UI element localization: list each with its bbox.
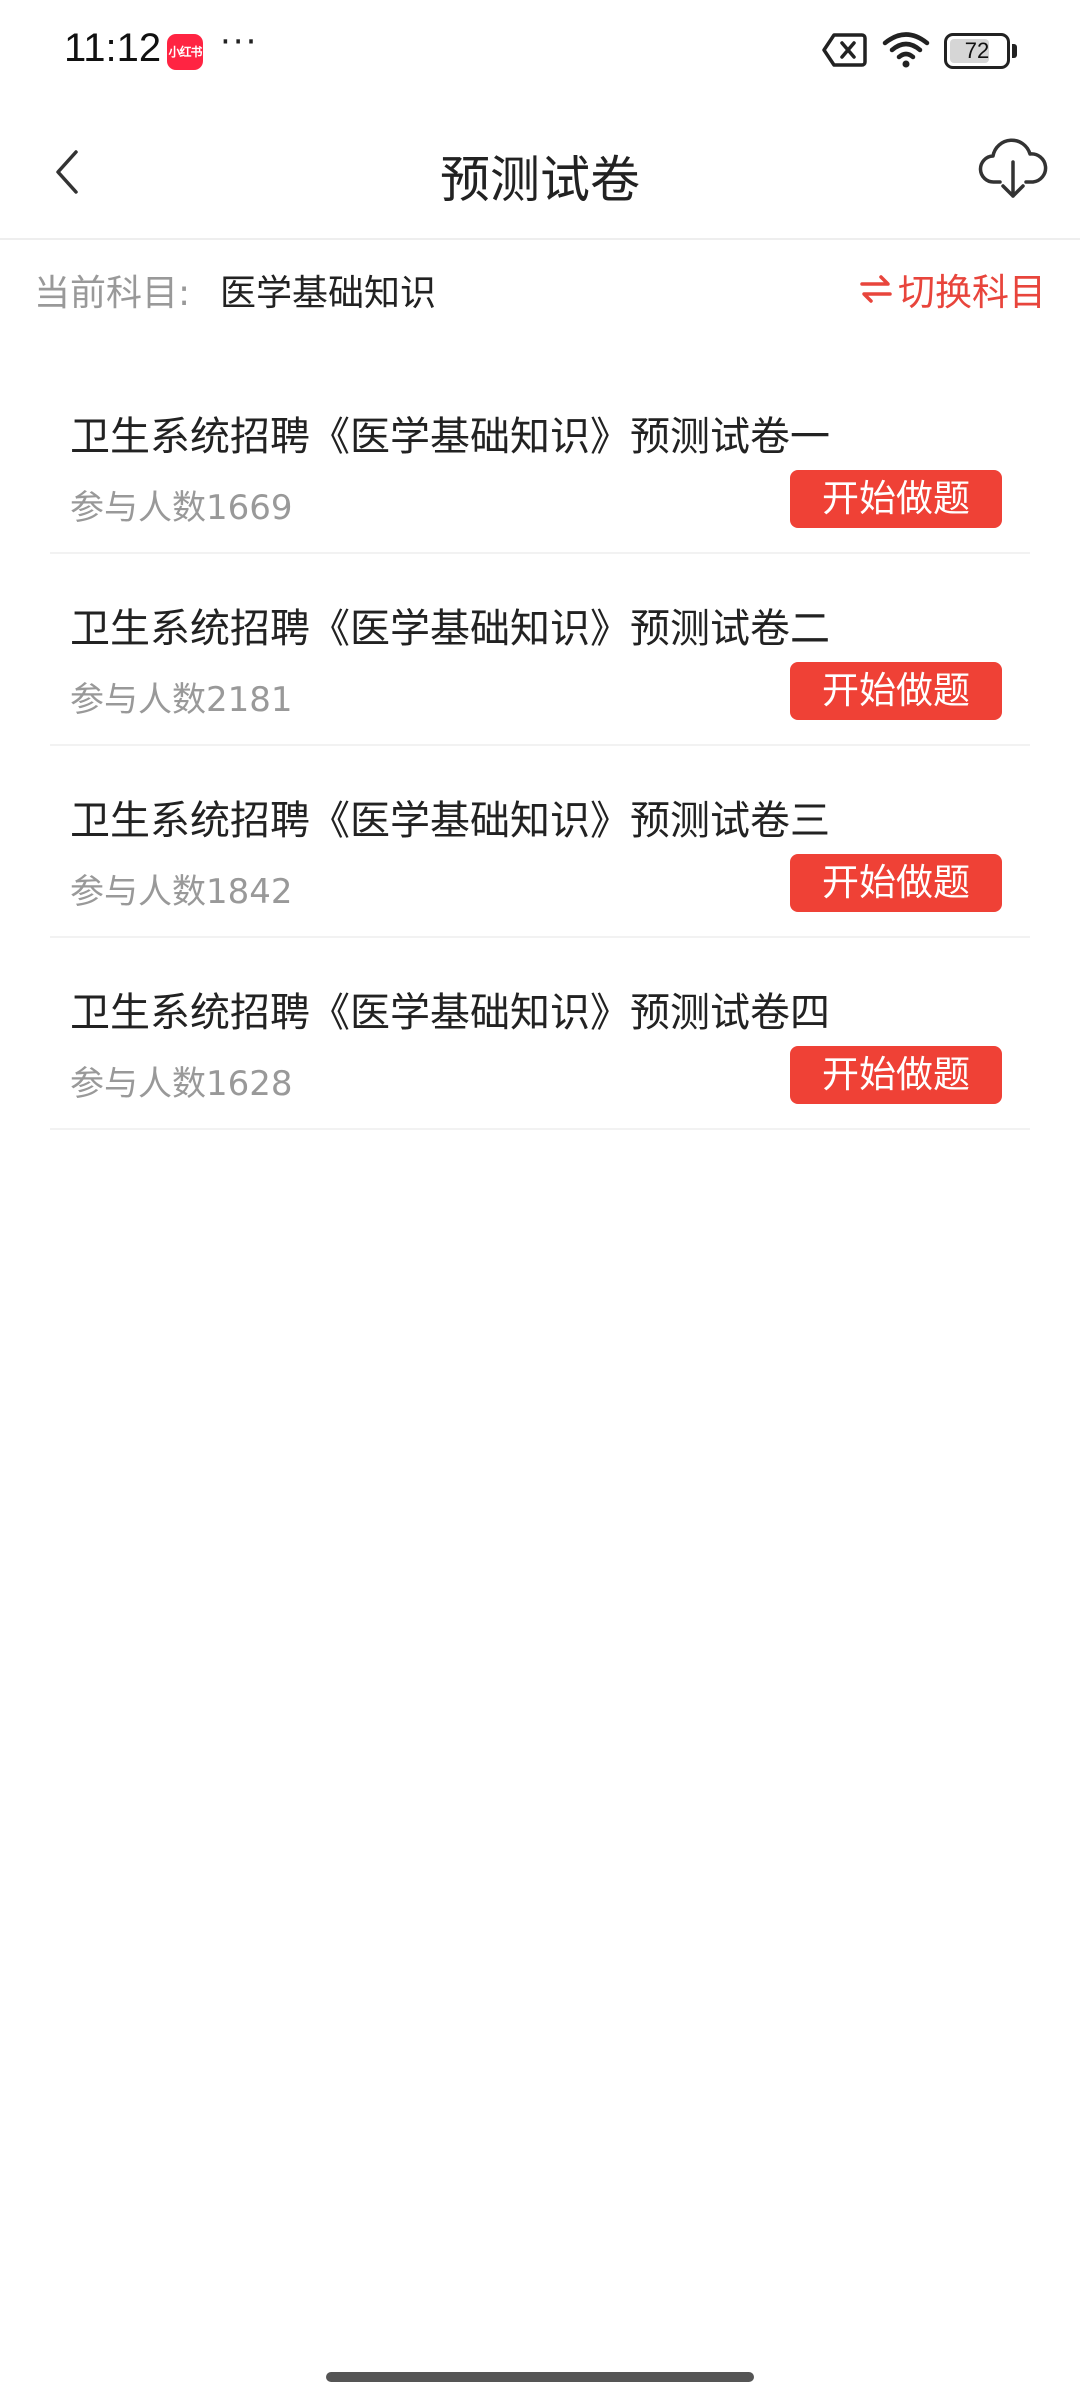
exam-paper-list: 卫生系统招聘《医学基础知识》预测试卷一 参与人数1669 开始做题 卫生系统招聘… — [50, 362, 1030, 1130]
participant-count: 参与人数1842 — [70, 872, 293, 912]
exam-paper-title: 卫生系统招聘《医学基础知识》预测试卷二 — [70, 606, 830, 652]
wifi-icon — [882, 32, 930, 68]
swap-arrows-icon — [860, 275, 892, 303]
exam-paper-item[interactable]: 卫生系统招聘《医学基础知识》预测试卷一 参与人数1669 开始做题 — [50, 362, 1030, 554]
status-time: 11:12 — [64, 26, 162, 70]
exam-paper-item[interactable]: 卫生系统招聘《医学基础知识》预测试卷四 参与人数1628 开始做题 — [50, 938, 1030, 1130]
exam-paper-title: 卫生系统招聘《医学基础知识》预测试卷三 — [70, 798, 830, 844]
current-subject-value: 医学基础知识 — [220, 273, 437, 314]
exam-paper-item[interactable]: 卫生系统招聘《医学基础知识》预测试卷三 参与人数1842 开始做题 — [50, 746, 1030, 938]
switch-subject-button[interactable]: 切换科目 — [858, 262, 1046, 316]
download-button[interactable] — [976, 130, 1050, 204]
battery-level: 72 — [964, 38, 990, 63]
home-indicator[interactable] — [326, 2372, 754, 2382]
start-practice-button[interactable]: 开始做题 — [790, 470, 1002, 528]
start-practice-button[interactable]: 开始做题 — [790, 662, 1002, 720]
app-header: 预测试卷 — [0, 110, 1080, 240]
exam-paper-item[interactable]: 卫生系统招聘《医学基础知识》预测试卷二 参与人数2181 开始做题 — [50, 554, 1030, 746]
exam-paper-title: 卫生系统招聘《医学基础知识》预测试卷一 — [70, 414, 830, 460]
status-bar: 11:12 小红书 ··· 72 — [0, 0, 1080, 100]
switch-subject-label: 切换科目 — [898, 271, 1046, 314]
exam-paper-title: 卫生系统招聘《医学基础知识》预测试卷四 — [70, 990, 830, 1036]
cloud-download-icon — [978, 138, 1048, 198]
screen: 11:12 小红书 ··· 72 预测试卷 当前科目: 医学基础知识 切换科目 … — [0, 0, 1080, 2400]
battery-icon: 72 — [944, 33, 1010, 69]
participant-count: 参与人数2181 — [70, 680, 293, 720]
participant-count: 参与人数1669 — [70, 488, 293, 528]
battery-cap — [1012, 44, 1017, 58]
no-sim-icon — [822, 33, 867, 67]
subject-bar: 当前科目: 医学基础知识 切换科目 — [0, 258, 1080, 318]
xiaohongshu-app-icon: 小红书 — [167, 34, 203, 70]
current-subject-label: 当前科目: — [34, 273, 191, 314]
more-notifications-icon: ··· — [220, 22, 259, 62]
participant-count: 参与人数1628 — [70, 1064, 293, 1104]
page-title: 预测试卷 — [440, 151, 640, 209]
start-practice-button[interactable]: 开始做题 — [790, 1046, 1002, 1104]
start-practice-button[interactable]: 开始做题 — [790, 854, 1002, 912]
